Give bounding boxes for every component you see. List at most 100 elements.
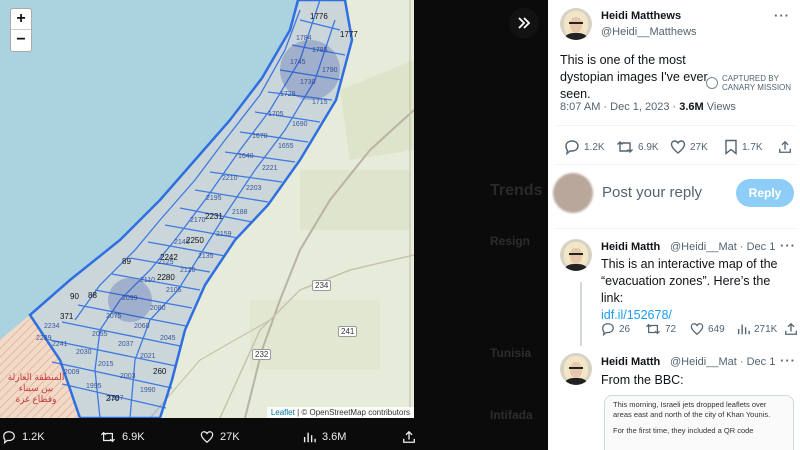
reply-link[interactable]: idf.il/152678/ — [601, 308, 672, 322]
svg-text:1995: 1995 — [86, 383, 102, 390]
svg-text:2221: 2221 — [262, 165, 278, 172]
current-user-avatar[interactable] — [553, 173, 593, 213]
reply-author-name[interactable]: Heidi Matth — [601, 241, 660, 253]
zone-label: 1777 — [340, 30, 358, 39]
reply-button[interactable]: 1.2K — [564, 139, 605, 155]
svg-text:2080: 2080 — [150, 305, 166, 312]
media-share-button[interactable] — [402, 430, 422, 444]
svg-text:2021: 2021 — [140, 353, 156, 360]
repost-count: 6.9K — [638, 141, 659, 153]
reply1-repost-button[interactable]: 72 — [645, 322, 676, 336]
svg-text:2120: 2120 — [180, 267, 196, 274]
svg-text:1655: 1655 — [278, 143, 294, 150]
svg-text:2037: 2037 — [118, 341, 134, 348]
osm-attribution[interactable]: | © OpenStreetMap contributors — [295, 408, 410, 417]
svg-text:2015: 2015 — [98, 361, 114, 368]
media-reply-count: 1.2K — [22, 431, 45, 443]
road-number: 234 — [312, 280, 332, 291]
svg-text:2003: 2003 — [120, 373, 136, 380]
repost-button[interactable]: 6.9K — [616, 139, 659, 155]
svg-text:1690: 1690 — [292, 121, 308, 128]
timestamp-text: 8:07 AM · Dec 1, 2023 · — [560, 101, 680, 113]
svg-text:2234: 2234 — [44, 323, 60, 330]
analytics-icon — [303, 432, 316, 443]
reply2-author-name[interactable]: Heidi Matth — [601, 356, 660, 368]
svg-text:2055: 2055 — [92, 331, 108, 338]
media-like-button[interactable]: 27K — [200, 430, 240, 444]
reply1-reply-button[interactable]: 26 — [601, 322, 630, 336]
road-number: 241 — [338, 326, 358, 337]
trends-heading: Trends — [490, 182, 543, 199]
reply-more-button[interactable]: ··· — [780, 238, 796, 253]
road-number: 232 — [252, 349, 272, 360]
author-avatar[interactable] — [560, 8, 592, 40]
share-icon — [785, 322, 797, 335]
reply-submit-button[interactable]: Reply — [736, 179, 794, 207]
divider — [556, 164, 796, 165]
reply2-author-avatar[interactable] — [560, 353, 592, 385]
tweet-text: This is one of the most dystopian images… — [560, 53, 708, 101]
quoted-article-image[interactable]: This morning, Israeli jets dropped leafl… — [604, 395, 794, 450]
media-views-button[interactable]: 3.6M — [302, 430, 346, 444]
evacuation-zone-map[interactable]: 1784179517451790 1730172817151705 169016… — [0, 0, 414, 418]
canary-logo-icon — [706, 77, 718, 89]
views-count: 3.6M — [679, 101, 704, 113]
reply1-share-button[interactable] — [784, 322, 800, 336]
media-repost-button[interactable]: 6.9K — [100, 430, 145, 444]
map-graphic: 1784179517451790 1730172817151705 169016… — [0, 0, 414, 418]
repost-icon — [101, 431, 115, 443]
reply-input[interactable]: Post your reply — [602, 184, 702, 201]
heart-icon — [200, 431, 214, 444]
svg-text:1640: 1640 — [238, 153, 254, 160]
svg-text:1705: 1705 — [268, 111, 284, 118]
more-options-button[interactable]: ··· — [774, 8, 790, 23]
zoom-in-button[interactable]: + — [11, 9, 31, 30]
reply-author-avatar[interactable] — [560, 239, 592, 271]
zone-label: 88 — [88, 291, 97, 300]
zoom-out-button[interactable]: − — [11, 30, 31, 51]
bookmark-count: 1.7K — [742, 141, 763, 153]
divider — [556, 228, 796, 229]
repost-icon — [617, 141, 633, 153]
article-paragraph: For the first time, they included a QR c… — [613, 426, 754, 435]
media-reply-button[interactable]: 1.2K — [2, 430, 45, 444]
like-button[interactable]: 27K — [670, 139, 708, 155]
svg-text:2239: 2239 — [36, 335, 52, 342]
views-label: Views — [703, 101, 736, 113]
reply1-views-button[interactable]: 271K — [736, 322, 777, 336]
zone-label: 2242 — [160, 253, 178, 262]
svg-text:2060: 2060 — [134, 323, 150, 330]
reply-author-handle[interactable]: @Heidi__Mat · Dec 1 — [670, 241, 775, 253]
like-count: 27K — [690, 141, 708, 153]
map-attribution: Leaflet | © OpenStreetMap contributors — [266, 407, 414, 418]
zone-label: 2250 — [186, 236, 204, 245]
repost-icon — [646, 323, 660, 335]
toggle-panel-button[interactable] — [509, 8, 539, 38]
media-views-count: 3.6M — [322, 431, 347, 443]
reply-text-body: This is an interactive map of the “evacu… — [601, 257, 778, 305]
svg-text:2241: 2241 — [52, 341, 68, 348]
svg-text:2159: 2159 — [216, 231, 232, 238]
bookmark-button[interactable]: 1.7K — [724, 139, 763, 155]
svg-text:2135: 2135 — [198, 253, 214, 260]
reply-icon — [3, 431, 15, 444]
buffer-zone-label: المنطقة العازلة بين سيناء وقطاع غزة — [7, 372, 65, 404]
divider — [556, 125, 796, 126]
trend-item: Tunisia — [490, 346, 532, 360]
reply1-reply-count: 26 — [619, 323, 631, 335]
svg-text:2210: 2210 — [222, 175, 238, 182]
svg-text:2203: 2203 — [246, 185, 262, 192]
author-name[interactable]: Heidi Matthews — [601, 10, 681, 22]
background-timeline: Trends Resign Tunisia Intifada — [414, 0, 548, 450]
share-button[interactable] — [778, 139, 796, 155]
reply2-more-button[interactable]: ··· — [780, 353, 796, 368]
reply2-author-handle[interactable]: @Heidi__Mat · Dec 1 — [670, 356, 775, 368]
share-icon — [403, 430, 415, 443]
reply-icon — [602, 323, 614, 336]
reply1-repost-count: 72 — [665, 323, 677, 335]
reply1-like-button[interactable]: 649 — [690, 322, 725, 336]
tweet-timestamp[interactable]: 8:07 AM · Dec 1, 2023 · 3.6M Views — [560, 101, 736, 113]
leaflet-link[interactable]: Leaflet — [271, 408, 295, 417]
zone-label: 2231 — [205, 212, 223, 221]
author-handle[interactable]: @Heidi__Matthews — [601, 26, 697, 38]
